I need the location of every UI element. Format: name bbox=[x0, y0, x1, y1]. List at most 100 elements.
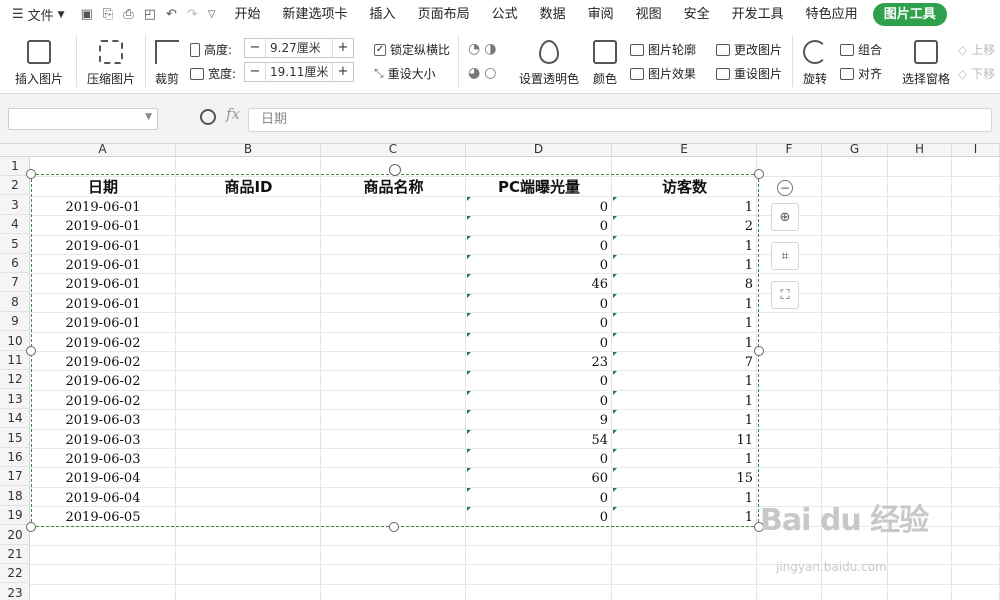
formula-input[interactable]: 日期 bbox=[248, 108, 992, 132]
row-header-19[interactable]: 19 bbox=[0, 506, 30, 526]
table-cell[interactable] bbox=[176, 217, 317, 236]
table-cell[interactable]: 1 bbox=[612, 295, 753, 314]
table-cell[interactable]: 0 bbox=[466, 256, 608, 275]
row-header-17[interactable]: 17 bbox=[0, 467, 30, 487]
table-cell[interactable]: 1 bbox=[612, 392, 753, 411]
table-cell[interactable]: 1 bbox=[612, 237, 753, 256]
table-cell[interactable] bbox=[321, 353, 462, 372]
table-cell[interactable] bbox=[321, 295, 462, 314]
row-header-23[interactable]: 23 bbox=[0, 584, 30, 600]
send-backward-button[interactable]: ◇ 下移 bbox=[958, 65, 995, 82]
table-cell[interactable]: 46 bbox=[466, 275, 608, 294]
table-cell[interactable]: 2019-06-01 bbox=[30, 237, 176, 256]
table-cell[interactable]: 0 bbox=[466, 392, 608, 411]
table-cell[interactable]: 2019-06-01 bbox=[30, 295, 176, 314]
tab-3[interactable]: 页面布局 bbox=[407, 0, 481, 29]
width-input[interactable]: 19.11厘米 bbox=[265, 63, 333, 81]
table-cell[interactable]: 1 bbox=[612, 450, 753, 469]
bring-forward-button[interactable]: ◇ 上移 bbox=[958, 41, 995, 58]
table-cell[interactable]: 7 bbox=[612, 353, 753, 372]
table-cell[interactable]: 0 bbox=[466, 237, 608, 256]
table-cell[interactable]: 1 bbox=[612, 508, 753, 527]
table-cell[interactable]: 11 bbox=[612, 431, 753, 450]
table-cell[interactable] bbox=[321, 237, 462, 256]
table-cell[interactable]: 0 bbox=[466, 372, 608, 391]
table-cell[interactable]: 2019-06-04 bbox=[30, 469, 176, 488]
table-cell[interactable]: 0 bbox=[466, 295, 608, 314]
table-cell[interactable] bbox=[321, 198, 462, 217]
table-cell[interactable] bbox=[321, 431, 462, 450]
row-header-13[interactable]: 13 bbox=[0, 390, 30, 409]
table-cell[interactable] bbox=[176, 392, 317, 411]
table-cell[interactable] bbox=[176, 372, 317, 391]
table-cell[interactable] bbox=[176, 411, 317, 430]
table-cell[interactable] bbox=[176, 489, 317, 508]
table-cell[interactable] bbox=[321, 372, 462, 391]
header-cell[interactable]: 访客数 bbox=[612, 178, 757, 197]
header-cell[interactable]: PC端曝光量 bbox=[466, 178, 612, 197]
height-increase-button[interactable]: + bbox=[333, 39, 353, 57]
resize-handle-top-left[interactable] bbox=[26, 169, 36, 179]
column-header-I[interactable]: I bbox=[952, 144, 1000, 157]
lock-ratio-checkbox[interactable]: ✓ 锁定纵横比 bbox=[374, 41, 450, 58]
table-cell[interactable]: 2019-06-02 bbox=[30, 372, 176, 391]
row-header-7[interactable]: 7 bbox=[0, 273, 30, 293]
column-header-B[interactable]: B bbox=[176, 144, 321, 157]
table-cell[interactable]: 2019-06-01 bbox=[30, 275, 176, 294]
table-cell[interactable]: 60 bbox=[466, 469, 608, 488]
row-header-15[interactable]: 15 bbox=[0, 429, 30, 448]
table-cell[interactable] bbox=[321, 275, 462, 294]
table-cell[interactable] bbox=[321, 450, 462, 469]
table-cell[interactable]: 0 bbox=[466, 198, 608, 217]
column-header-E[interactable]: E bbox=[612, 144, 757, 157]
table-cell[interactable]: 23 bbox=[466, 353, 608, 372]
picture-outline-button[interactable]: 图片轮廓 bbox=[630, 41, 696, 58]
selection-pane-button[interactable]: 选择窗格 bbox=[898, 37, 954, 87]
row-header-8[interactable]: 8 bbox=[0, 293, 30, 312]
resize-handle-left[interactable] bbox=[26, 346, 36, 356]
table-cell[interactable] bbox=[321, 314, 462, 333]
color-button[interactable]: 颜色 bbox=[586, 37, 624, 87]
print-icon[interactable]: ⎙ bbox=[123, 7, 133, 22]
row-header-21[interactable]: 21 bbox=[0, 545, 30, 564]
table-cell[interactable] bbox=[321, 256, 462, 275]
width-spinner[interactable]: − 19.11厘米 + bbox=[244, 62, 354, 82]
table-cell[interactable]: 2 bbox=[612, 217, 753, 236]
table-cell[interactable] bbox=[321, 411, 462, 430]
row-header-9[interactable]: 9 bbox=[0, 312, 30, 332]
tab-4[interactable]: 公式 bbox=[481, 0, 529, 29]
name-box[interactable]: ▼ bbox=[8, 108, 158, 130]
table-cell[interactable]: 2019-06-01 bbox=[30, 314, 176, 333]
align-button[interactable]: 对齐 bbox=[840, 65, 882, 82]
tab-8[interactable]: 安全 bbox=[673, 0, 721, 29]
column-header-A[interactable]: A bbox=[30, 144, 176, 157]
redo-icon[interactable]: ↷ bbox=[187, 7, 198, 22]
table-cell[interactable]: 0 bbox=[466, 450, 608, 469]
file-menu[interactable]: ☰ 文件 ▼ bbox=[0, 0, 73, 29]
row-header-5[interactable]: 5 bbox=[0, 235, 30, 254]
table-cell[interactable] bbox=[176, 237, 317, 256]
table-cell[interactable] bbox=[176, 469, 317, 488]
crop-button[interactable]: 裁剪 bbox=[148, 37, 186, 87]
table-cell[interactable]: 15 bbox=[612, 469, 753, 488]
table-cell[interactable] bbox=[176, 508, 317, 527]
table-cell[interactable] bbox=[321, 392, 462, 411]
tab-9[interactable]: 开发工具 bbox=[721, 0, 795, 29]
row-header-11[interactable]: 11 bbox=[0, 351, 30, 370]
row-header-2[interactable]: 2 bbox=[0, 176, 30, 196]
decrease-brightness-icon[interactable]: ◑ bbox=[484, 41, 496, 57]
fx-icon[interactable]: fx bbox=[226, 105, 240, 123]
width-increase-button[interactable]: + bbox=[333, 63, 353, 81]
table-cell[interactable]: 1 bbox=[612, 198, 753, 217]
quick-access-more-icon[interactable]: ▽ bbox=[208, 9, 216, 20]
table-cell[interactable]: 54 bbox=[466, 431, 608, 450]
tab-7[interactable]: 视图 bbox=[625, 0, 673, 29]
table-cell[interactable]: 2019-06-02 bbox=[30, 353, 176, 372]
table-cell[interactable] bbox=[176, 314, 317, 333]
print-preview-icon[interactable]: ◰ bbox=[144, 7, 156, 22]
table-cell[interactable]: 2019-06-05 bbox=[30, 508, 176, 527]
increase-brightness-icon[interactable]: ◔ bbox=[468, 41, 480, 57]
table-cell[interactable]: 0 bbox=[466, 334, 608, 353]
picture-extract-button[interactable]: ⛶ bbox=[771, 281, 799, 309]
width-decrease-button[interactable]: − bbox=[245, 63, 265, 81]
